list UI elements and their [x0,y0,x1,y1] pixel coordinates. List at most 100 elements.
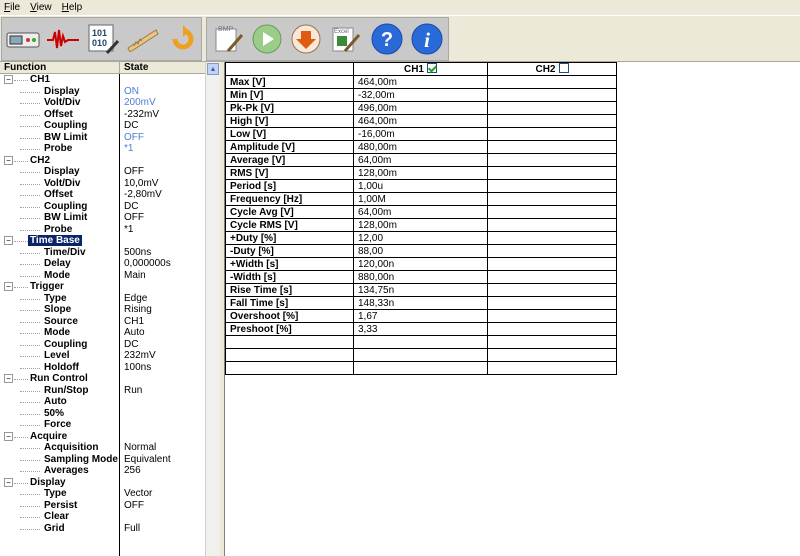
menu-item[interactable]: Help [62,2,83,13]
ch1-value-cell[interactable]: 480,00m [353,140,488,154]
ch2-value-cell[interactable] [487,296,617,310]
waveform-button[interactable] [44,20,82,58]
tree-item[interactable]: Offset -2,80mV [0,189,205,201]
tree-item[interactable]: Probe *1 [0,143,205,155]
tree-item[interactable]: Offset -232mV [0,109,205,121]
tree-group-node[interactable]: − Run Control [0,373,205,385]
ch1-value-cell[interactable]: 1,00M [353,192,488,206]
binary-data-button[interactable]: 101 010 [84,20,122,58]
tree-item[interactable]: Clear [0,511,205,523]
ch1-value-cell[interactable] [353,348,488,362]
ch2-value-cell[interactable] [487,127,617,141]
tree-item[interactable]: Type Edge [0,293,205,305]
tree-item[interactable]: Volt/Div 200mV [0,97,205,109]
ch1-value-cell[interactable]: 12,00 [353,231,488,245]
ch2-value-cell[interactable] [487,114,617,128]
ch2-value-cell[interactable] [487,140,617,154]
tree-item[interactable]: Type Vector [0,488,205,500]
ch1-value-cell[interactable] [353,335,488,349]
function-column-header[interactable]: Function [4,62,46,73]
tree-group-node[interactable]: − CH2 [0,155,205,167]
tree-item[interactable]: Sampling Mode Equivalent [0,454,205,466]
tree-item[interactable]: Coupling DC [0,120,205,132]
ch1-value-cell[interactable]: 148,33n [353,296,488,310]
scope-display-button[interactable] [4,20,42,58]
collapse-icon[interactable]: − [4,374,13,383]
ch2-value-cell[interactable] [487,335,617,349]
tree-item[interactable]: BW Limit OFF [0,132,205,144]
ch2-value-cell[interactable] [487,101,617,115]
ch1-value-cell[interactable]: 128,00m [353,166,488,180]
tree-item[interactable]: Coupling DC [0,201,205,213]
state-column-header[interactable]: State [124,62,148,73]
ch2-value-cell[interactable] [487,257,617,271]
tree-item[interactable]: BW Limit OFF [0,212,205,224]
ch2-value-cell[interactable] [487,348,617,362]
collapse-icon[interactable]: − [4,477,13,487]
ch1-value-cell[interactable]: 496,00m [353,101,488,115]
tree-item[interactable]: Mode Auto [0,327,205,339]
tree-item[interactable]: Volt/Div 10,0mV [0,178,205,190]
ch1-value-cell[interactable]: 88,00 [353,244,488,258]
tree-group-node[interactable]: − Time Base [0,235,205,247]
tree-item[interactable]: Force [0,419,205,431]
ch1-value-cell[interactable]: 1,67 [353,309,488,323]
tree-item[interactable]: Grid Full [0,523,205,535]
menu-item[interactable]: View [30,2,52,13]
ch1-checkbox[interactable] [427,63,437,73]
collapse-icon[interactable]: − [4,155,13,165]
run-button[interactable] [248,20,286,58]
collapse-icon[interactable]: − [4,75,13,84]
ch1-value-cell[interactable]: -32,00m [353,88,488,102]
excel-export-button[interactable]: Excel [326,20,364,58]
tree-item[interactable]: Run/Stop Run [0,385,205,397]
tree-group-node[interactable]: − Display [0,477,205,489]
ch2-value-cell[interactable] [487,75,617,89]
ch2-value-cell[interactable] [487,153,617,167]
ch2-value-cell[interactable] [487,205,617,219]
tree-item[interactable]: Mode Main [0,270,205,282]
ch1-value-cell[interactable]: 134,75n [353,283,488,297]
bmp-export-button[interactable]: BMP [209,20,247,58]
ch2-value-cell[interactable] [487,231,617,245]
ch1-value-cell[interactable]: 3,33 [353,322,488,336]
tree-item[interactable]: Averages 256 [0,465,205,477]
ch1-value-cell[interactable]: -16,00m [353,127,488,141]
tree-item[interactable]: 50% [0,408,205,420]
scroll-up-icon[interactable]: ▲ [207,63,219,75]
tree-group-node[interactable]: − Trigger [0,281,205,293]
tree-item[interactable]: Auto [0,396,205,408]
ch2-value-cell[interactable] [487,361,617,375]
ch1-column-header[interactable]: CH1 [353,62,488,76]
ch1-value-cell[interactable]: 64,00m [353,153,488,167]
collapse-icon[interactable]: − [4,236,13,245]
collapse-icon[interactable]: − [4,431,13,441]
collapse-icon[interactable]: − [4,282,13,291]
tree-item[interactable]: Level 232mV [0,350,205,362]
tree-item[interactable]: Source CH1 [0,316,205,328]
ch2-value-cell[interactable] [487,166,617,180]
ch2-value-cell[interactable] [487,283,617,297]
measure-button[interactable] [124,20,162,58]
ch2-value-cell[interactable] [487,244,617,258]
ch2-value-cell[interactable] [487,309,617,323]
tree-item[interactable]: Delay 0,000000s [0,258,205,270]
ch1-value-cell[interactable]: 880,00n [353,270,488,284]
ch2-value-cell[interactable] [487,192,617,206]
menu-item[interactable]: File [4,2,20,13]
download-button[interactable] [287,20,325,58]
ch1-value-cell[interactable]: 464,00m [353,75,488,89]
ch2-value-cell[interactable] [487,322,617,336]
refresh-button[interactable] [164,20,202,58]
ch2-value-cell[interactable] [487,88,617,102]
ch1-value-cell[interactable]: 64,00m [353,205,488,219]
tree-item[interactable]: Display ON [0,86,205,98]
tree-item[interactable]: Acquisition Normal [0,442,205,454]
tree-item[interactable]: Holdoff 100ns [0,362,205,374]
tree-scrollbar[interactable]: ▲ [205,62,220,556]
tree-item[interactable]: Slope Rising [0,304,205,316]
tree-item[interactable]: Coupling DC [0,339,205,351]
tree-item[interactable]: Display OFF [0,166,205,178]
tree-item[interactable]: Time/Div 500ns [0,247,205,259]
ch1-value-cell[interactable] [353,361,488,375]
